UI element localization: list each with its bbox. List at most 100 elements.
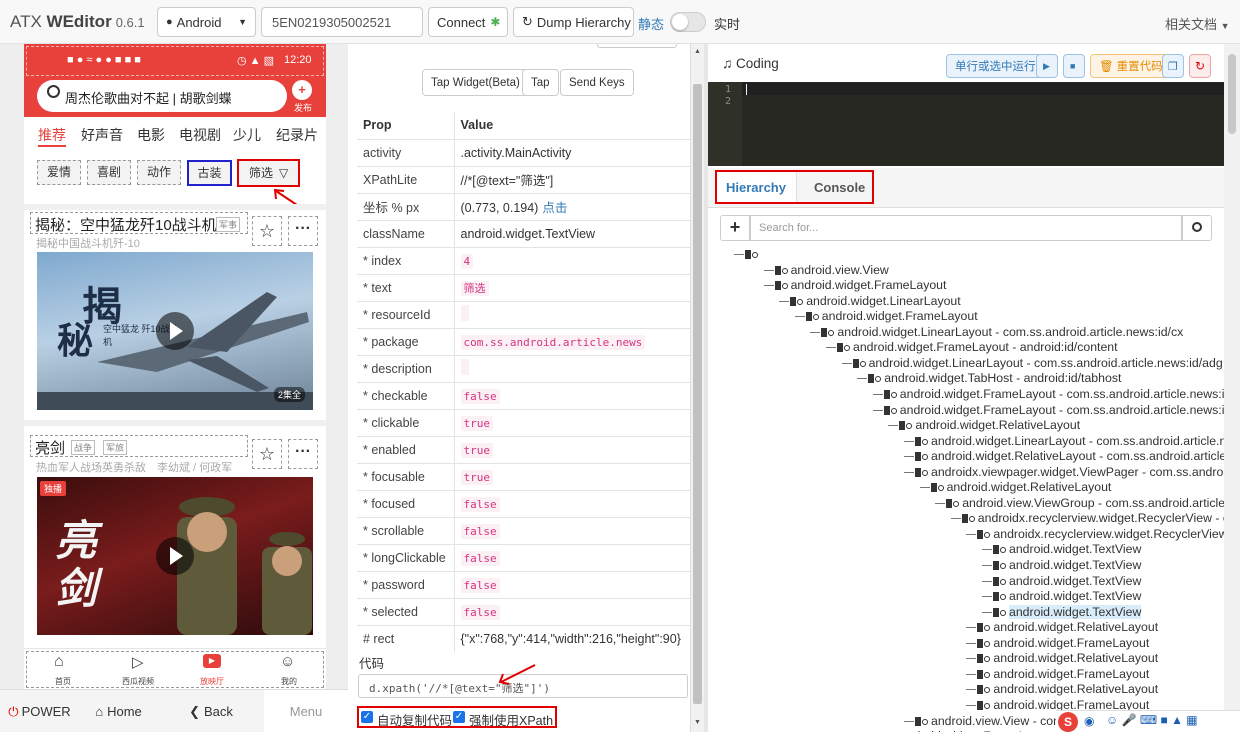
tree-node[interactable]: android.widget.RelativeLayout (966, 619, 1158, 635)
tree-node[interactable]: android.widget.LinearLayout (779, 293, 961, 309)
click-coordinate-link[interactable]: 点击 (542, 201, 567, 215)
prop-value-cell[interactable]: false (453, 516, 690, 544)
prop-value-cell[interactable]: (0.773, 0.194) 点击 (453, 192, 690, 220)
phone-screenshot[interactable]: ■ ● ≈ ● ● ■ ■ ■ ◷ ▲ ▧ 12:20 周杰伦歌曲对不起 | 胡… (24, 44, 326, 689)
tree-node[interactable]: androidx.recyclerview.widget.RecyclerVie… (966, 526, 1228, 542)
prop-value-cell[interactable]: true (453, 462, 690, 490)
hierarchy-search-input[interactable]: Search for... (750, 215, 1182, 241)
phone-nav-cinema[interactable]: 放映厅 (200, 676, 224, 687)
tap-button[interactable]: Tap (522, 69, 559, 96)
prop-value-cell[interactable]: 4 (453, 246, 690, 274)
star-icon[interactable]: ☆ (252, 216, 282, 246)
phone-search-box[interactable]: 周杰伦歌曲对不起 | 胡歌剑蝶 (37, 80, 287, 112)
phone-nav-mine[interactable]: 我的 (281, 676, 297, 687)
tree-node[interactable]: android.widget.TextView (982, 588, 1141, 604)
tree-node[interactable]: android.widget.RelativeLayout - com.ss.a… (904, 448, 1240, 464)
tree-node[interactable]: android.widget.RelativeLayout (888, 417, 1080, 433)
prop-value-cell[interactable]: com.ss.android.article.news (453, 327, 690, 355)
cinema-icon[interactable]: ▶ (203, 654, 221, 668)
sogou-icon[interactable]: S (1058, 712, 1078, 732)
publish-plus-icon[interactable]: + (292, 80, 312, 100)
phone-tab-recommend[interactable]: 推荐 (38, 125, 66, 145)
filter-action[interactable]: 动作 (137, 160, 181, 185)
copy-icon[interactable]: ❐ (1162, 54, 1184, 78)
tree-node[interactable]: android.widget.TextView (982, 573, 1141, 589)
tree-node[interactable] (734, 246, 761, 262)
tree-node[interactable]: android.widget.LinearLayout - com.ss.and… (810, 324, 1183, 340)
tree-node[interactable]: android.widget.TabHost - android:id/tabh… (857, 370, 1121, 386)
prop-value-cell[interactable]: true (453, 435, 690, 463)
tree-node[interactable]: androidx.recyclerview.widget.RecyclerVie… (950, 510, 1240, 526)
prop-value-cell[interactable]: true (453, 408, 690, 436)
home-icon[interactable]: ⌂ (54, 653, 64, 671)
properties-scrollbar[interactable]: ▲ ▼ (690, 44, 704, 732)
tree-node[interactable]: android.widget.TextView (982, 604, 1142, 620)
prop-value-cell[interactable]: false (453, 543, 690, 571)
tree-node[interactable]: android.widget.FrameLayout (966, 666, 1149, 682)
tree-node[interactable]: android.widget.RelativeLayout (966, 681, 1158, 697)
expand-plus-icon[interactable]: + (720, 215, 750, 241)
video-play-icon[interactable]: ▷ (132, 653, 144, 671)
realtime-toggle[interactable] (670, 12, 706, 32)
tree-node[interactable]: android.widget.TextView (982, 541, 1141, 557)
prop-value-cell[interactable]: false (453, 570, 690, 598)
run-line-button[interactable]: 单行或选中运行 (946, 54, 1045, 78)
phone-tab-kids[interactable]: 少儿 (233, 125, 261, 145)
phone-tab-movie[interactable]: 电影 (137, 125, 165, 145)
tree-node[interactable]: android.widget.RelativeLayout (966, 650, 1158, 666)
dump-hierarchy-button[interactable]: ↻ Dump Hierarchy (513, 7, 634, 37)
filter-costume[interactable]: 古装 (187, 160, 232, 186)
reset-code-button[interactable]: 🗑 重置代码 (1090, 54, 1172, 78)
tree-node[interactable]: android.widget.FrameLayout (794, 308, 978, 324)
prop-value-cell[interactable]: android.widget.TextView (453, 219, 690, 247)
tree-node[interactable]: android.widget.FrameLayout - com.ss.andr… (872, 386, 1240, 402)
prop-value-cell[interactable] (453, 354, 690, 382)
auto-copy-checkbox[interactable]: ✓ (361, 711, 373, 723)
tree-node[interactable]: android.widget.FrameLayout - com.ss.andr… (872, 402, 1240, 418)
phone-tab-tv[interactable]: 电视剧 (179, 125, 221, 145)
reload-icon[interactable]: ↻ (1189, 54, 1211, 78)
tree-node[interactable]: android.widget.LinearLayout - com.ss.and… (841, 355, 1223, 371)
prop-value-cell[interactable]: {"x":768,"y":414,"width":216,"height":90… (453, 624, 690, 652)
search-button[interactable] (1182, 215, 1212, 241)
tab-console[interactable]: Console (798, 172, 873, 202)
right-scrollbar[interactable] (1224, 44, 1240, 732)
prop-value-cell[interactable]: false (453, 489, 690, 517)
more-icon[interactable]: ··· (288, 439, 318, 469)
device-serial-input[interactable]: 5EN0219305002521 (261, 7, 423, 37)
docs-menu[interactable]: 相关文档 ▼ (1165, 14, 1230, 33)
play-icon[interactable] (156, 537, 194, 575)
prop-value-cell[interactable]: //*[@text="筛选"] (453, 165, 690, 193)
tree-node[interactable]: android.widget.FrameLayout (966, 635, 1149, 651)
power-button[interactable]: ⏻ POWER (0, 690, 79, 733)
user-icon[interactable]: ☺ (280, 653, 295, 670)
prop-value-cell[interactable]: .activity.MainActivity (453, 138, 690, 166)
tree-node[interactable]: android.widget.FrameLayout (763, 277, 946, 293)
prop-value-cell[interactable]: 筛选 (453, 273, 690, 301)
tree-node[interactable]: androidx.viewpager.widget.ViewPager - co… (904, 464, 1240, 480)
stop-icon[interactable]: ■ (1063, 54, 1085, 78)
filter-love[interactable]: 爱情 (37, 160, 81, 185)
prop-value-cell[interactable]: false (453, 597, 690, 625)
tap-widget-button[interactable]: Tap Widget(Beta) (422, 69, 529, 96)
menu-button[interactable]: Menu (264, 690, 348, 733)
run-play-icon[interactable]: ▶ (1036, 54, 1058, 78)
force-xpath-checkbox[interactable]: ✓ (453, 711, 465, 723)
platform-select[interactable]: ● Android ▼ (157, 7, 256, 37)
star-icon[interactable]: ☆ (252, 439, 282, 469)
ime-tools-icon[interactable]: ☺ 🎤 ⌨ ■ ▲ ▦ (1106, 713, 1198, 727)
tree-node[interactable]: android.view.View (763, 262, 889, 278)
send-keys-button[interactable]: Send Keys (560, 69, 634, 96)
phone-nav-xigua[interactable]: 西瓜视频 (122, 676, 154, 687)
card1-thumbnail[interactable]: 揭 秘 空中猛龙 歼10战斗机 2集全 (37, 252, 313, 410)
tree-node[interactable]: android.widget.RelativeLayout (919, 479, 1111, 495)
prop-value-cell[interactable] (453, 300, 690, 328)
tree-node[interactable]: android.widget.TextView (982, 557, 1141, 573)
filter-screen-button[interactable]: 筛选 ▽ (237, 159, 300, 187)
phone-nav-home[interactable]: 首页 (55, 676, 71, 687)
tree-node[interactable]: android.view.ViewGroup - com.ss.android.… (935, 495, 1240, 511)
more-icon[interactable]: ··· (288, 216, 318, 246)
tab-hierarchy[interactable]: Hierarchy (717, 172, 797, 202)
tree-node[interactable]: android.widget.FrameLayout - android:id/… (826, 339, 1118, 355)
back-button[interactable]: ❮ Back (158, 690, 264, 733)
